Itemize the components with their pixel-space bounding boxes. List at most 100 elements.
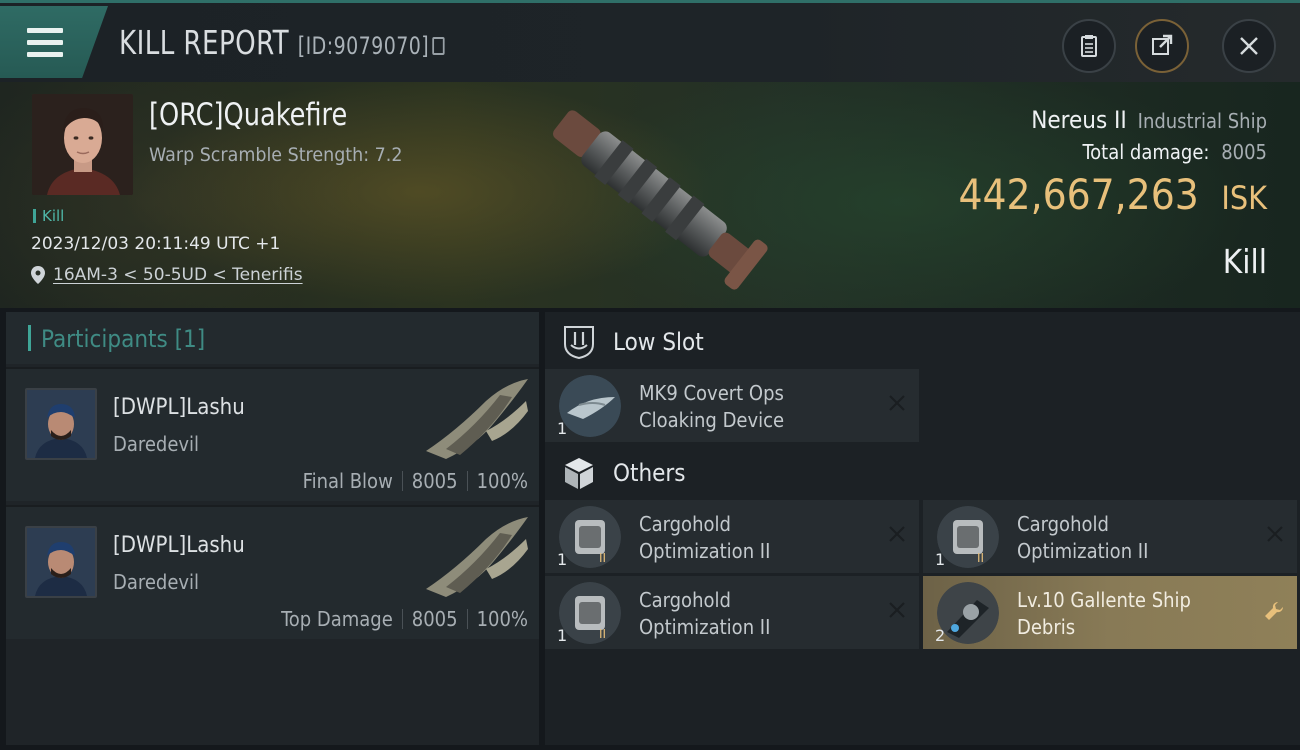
participant-row[interactable]: [DWPL]Lashu Daredevil Top Damage 8005 100% (6, 505, 539, 639)
participant-name[interactable]: [DWPL]Lashu (113, 533, 245, 558)
warp-scramble-strength: Warp Scramble Strength: 7.2 (149, 144, 403, 166)
participant-ship: Daredevil (113, 432, 200, 456)
fitting-item[interactable]: II 1 Cargohold Optimization II (545, 576, 919, 649)
fitting-panel: Low Slot 1 MK9 Covert Ops Cloaking Devic… (545, 312, 1300, 745)
share-button[interactable] (1135, 19, 1189, 73)
item-quantity: 1 (935, 550, 946, 569)
total-damage: Total damage: 8005 (1083, 140, 1267, 164)
participant-ship: Daredevil (113, 570, 200, 594)
page-title: KILL REPORT [ID:9079070] (119, 23, 445, 62)
menu-button[interactable] (0, 6, 108, 78)
item-name-line1: Cargohold (1017, 512, 1109, 536)
cloaking-device-icon (559, 375, 621, 437)
participant-stats: Top Damage 8005 100% (281, 607, 528, 631)
svg-text:II: II (599, 627, 606, 641)
cargohold-module-icon: II (559, 506, 621, 568)
isk-value: 442,667,263 ISK (958, 170, 1267, 219)
isk-amount: 442,667,263 (958, 170, 1199, 219)
others-label: Others (613, 459, 686, 487)
kill-datetime: 2023/12/03 20:11:49 UTC +1 (31, 234, 281, 254)
item-quantity: 1 (557, 419, 568, 438)
participant-percent: 100% (476, 607, 528, 631)
x-icon (889, 602, 905, 618)
item-name-line1: MK9 Covert Ops (639, 381, 784, 405)
fitting-item[interactable]: II 1 Cargohold Optimization II (545, 500, 919, 573)
fitting-item[interactable]: II 1 Cargohold Optimization II (923, 500, 1297, 573)
participant-damage: 8005 (411, 607, 458, 631)
item-name-line1: Cargohold (639, 512, 731, 536)
fitting-item[interactable]: 1 MK9 Covert Ops Cloaking Device (545, 369, 919, 442)
victim-name[interactable]: [ORC]Quakefire (149, 97, 347, 133)
low-slot-icon (564, 326, 594, 360)
participant-stats: Final Blow 8005 100% (303, 469, 528, 493)
cargohold-module-icon: II (937, 506, 999, 568)
svg-text:II: II (977, 551, 984, 565)
location-pin-icon (31, 266, 45, 284)
item-quantity: 1 (557, 550, 568, 569)
participant-avatar[interactable] (25, 526, 97, 598)
item-name-line1: Cargohold (639, 588, 731, 612)
item-name: Cargohold Optimization II (1017, 511, 1148, 565)
participants-label: Participants [1] (28, 325, 205, 353)
x-icon (889, 395, 905, 411)
victim-ship[interactable]: Nereus II Industrial Ship (1031, 106, 1267, 134)
fitting-item-dropped[interactable]: 2 Lv.10 Gallente Ship Debris (923, 576, 1297, 649)
item-name-line1: Lv.10 Gallente Ship (1017, 588, 1191, 612)
ship-class: Industrial Ship (1137, 109, 1267, 133)
report-id: [ID:9079070] (297, 32, 430, 60)
item-name: MK9 Covert Ops Cloaking Device (639, 380, 784, 434)
item-name: Cargohold Optimization II (639, 587, 770, 641)
x-icon (1267, 526, 1283, 542)
low-slot-header: Low Slot (545, 314, 1300, 370)
ship-name: Nereus II (1031, 106, 1127, 134)
victim-portrait[interactable] (32, 94, 133, 195)
item-name-line2: Optimization II (639, 539, 771, 563)
participant-portrait-image (27, 528, 95, 596)
others-header: Others (545, 445, 1300, 501)
participants-panel: Participants [1] [DWPL]Lashu Daredevil F… (6, 312, 539, 745)
total-damage-label: Total damage: (1082, 140, 1210, 164)
victim-ship-image (553, 110, 768, 290)
item-quantity: 2 (935, 626, 946, 645)
kill-location[interactable]: 16AM-3 < 50-5UD < Tenerifis (31, 265, 303, 285)
item-quantity: 1 (557, 626, 568, 645)
wrench-icon (1265, 601, 1284, 620)
ship-debris-icon (937, 582, 999, 644)
cargohold-module-icon: II (559, 582, 621, 644)
total-damage-value: 8005 (1221, 140, 1267, 164)
participant-ship-image (426, 379, 528, 459)
item-name-line2: Optimization II (639, 615, 771, 639)
location-link[interactable]: 16AM-3 < 50-5UD < Tenerifis (53, 265, 303, 285)
close-icon (1240, 37, 1258, 55)
low-slot-label: Low Slot (613, 328, 704, 356)
item-name: Lv.10 Gallente Ship Debris (1017, 587, 1191, 641)
participant-avatar[interactable] (25, 388, 97, 460)
item-name: Cargohold Optimization II (639, 511, 770, 565)
share-icon (1152, 34, 1173, 55)
svg-text:II: II (599, 551, 606, 565)
participant-role: Top Damage (281, 607, 393, 631)
participants-header: Participants [1] (6, 312, 539, 364)
report-result: Kill (1222, 242, 1267, 281)
participant-damage: 8005 (411, 469, 458, 493)
item-name-line2: Cloaking Device (639, 408, 785, 432)
copy-icon[interactable] (432, 37, 445, 55)
participant-row[interactable]: [DWPL]Lashu Daredevil Final Blow 8005 100% (6, 367, 539, 501)
page-title-text: KILL REPORT (119, 23, 290, 62)
participant-name[interactable]: [DWPL]Lashu (113, 395, 245, 420)
participant-percent: 100% (476, 469, 528, 493)
participant-role: Final Blow (302, 469, 393, 493)
item-name-line2: Debris (1017, 615, 1076, 639)
victim-summary: [ORC]Quakefire Warp Scramble Strength: 7… (0, 82, 1300, 308)
clipboard-icon (1081, 35, 1097, 57)
clipboard-button[interactable] (1062, 19, 1116, 73)
close-button[interactable] (1222, 19, 1276, 73)
isk-unit: ISK (1221, 179, 1267, 217)
victim-avatar (32, 94, 133, 195)
item-name-line2: Optimization II (1017, 539, 1149, 563)
participant-portrait-image (27, 390, 95, 458)
x-icon (889, 526, 905, 542)
kill-tag: Kill (33, 207, 64, 225)
cube-icon (565, 458, 593, 489)
participant-ship-image (426, 517, 528, 597)
